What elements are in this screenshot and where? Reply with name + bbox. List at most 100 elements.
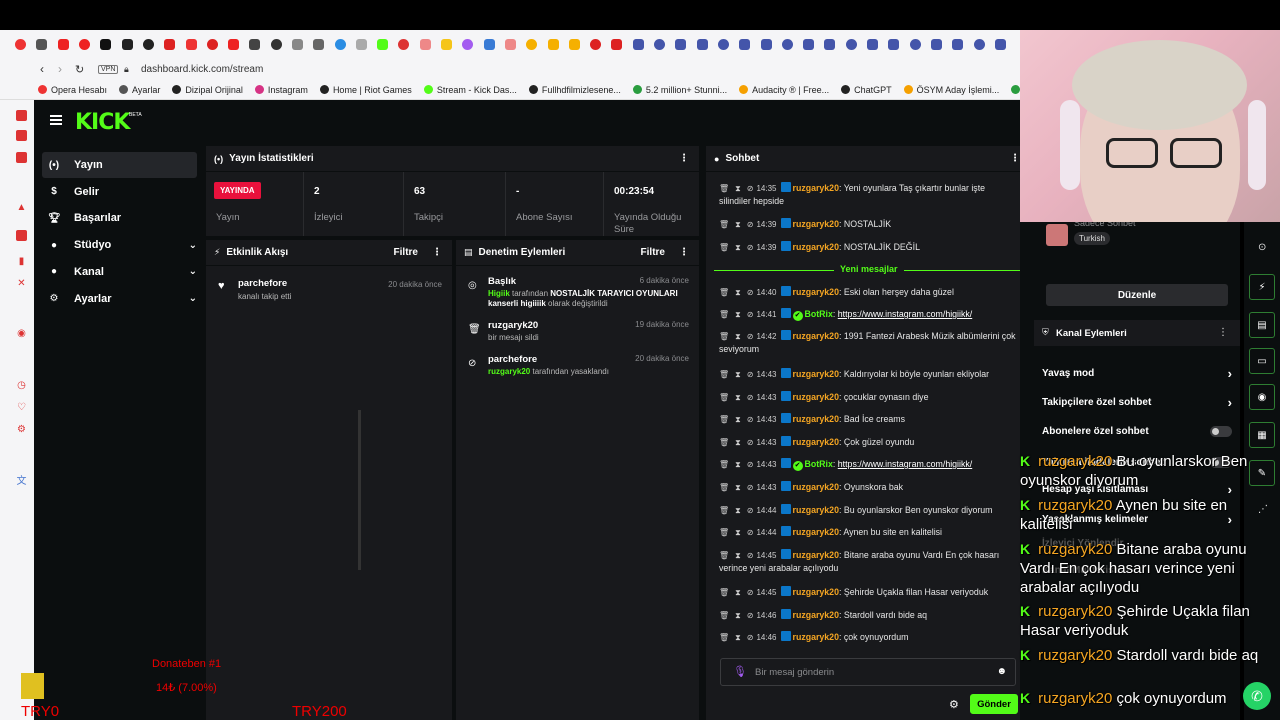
ban-icon[interactable]: ⊘ [747,415,754,424]
nav-item-1[interactable]: $ Gelir [42,179,197,205]
timeout-icon[interactable]: ⧗ [735,184,741,193]
delete-icon[interactable]: 🗑︎ [719,483,729,492]
moderator-name[interactable]: Higiik [488,289,510,298]
delete-icon[interactable]: 🗑︎ [719,551,729,560]
browser-tab[interactable] [734,30,755,58]
ban-icon[interactable]: ⊘ [747,460,754,469]
browser-tab[interactable] [990,30,1011,58]
timeout-icon[interactable]: ⧗ [735,528,741,537]
chat-username[interactable]: ruzgaryk20 [793,287,839,297]
nav-item-4[interactable]: ● Kanal ⌄ [42,259,197,285]
browser-tab[interactable] [244,30,265,58]
chat-message[interactable]: 🗑︎ ⧗ ⊘ 14:42 ruzgaryk20: 1991 Fantezi Arabes… [719,330,1019,356]
browser-tab[interactable] [755,30,776,58]
timeout-icon[interactable]: ⧗ [735,220,741,229]
bookmark-item[interactable]: Opera Hesabı [38,85,107,95]
browser-tab-bar[interactable] [0,30,1020,58]
browser-tab[interactable] [457,30,478,58]
nav-item-3[interactable]: ● Stüdyo ⌄ [42,232,197,258]
browser-tab[interactable] [585,30,606,58]
delete-icon[interactable]: 🗑︎ [719,220,729,229]
bookmark-item[interactable]: Audacity ® | Free... [739,85,829,95]
browser-tab[interactable] [116,30,137,58]
nav-item-5[interactable]: ⚙ Ayarlar ⌄ [42,286,197,312]
mic-icon[interactable]: 🎙︎ [733,665,747,678]
chat-message[interactable]: 🗑︎ ⧗ ⊘ 14:43 ruzgaryk20: Bad İce creams [719,413,1019,426]
browser-tab[interactable] [372,30,393,58]
settings-icon[interactable]: ⚙ [16,424,27,435]
moderation-item[interactable]: ⊘ parchefore ruzgaryk20 tarafından yasakla… [456,354,699,377]
bookmark-item[interactable]: 5.2 million+ Stunni... [632,85,727,95]
delete-icon[interactable]: 🗑︎ [719,415,729,424]
chat-message[interactable]: 🗑︎ ⧗ ⊘ 14:43 ruzgaryk20: çocuklar oynasın di… [719,391,1019,404]
chat-link[interactable]: https://www.instagram.com/higiikk/ [838,459,972,469]
delete-icon[interactable]: 🗑︎ [719,243,729,252]
browser-tab[interactable] [947,30,968,58]
chat-username[interactable]: ruzgaryk20 [793,219,839,229]
timeout-icon[interactable]: ⧗ [735,332,741,341]
bolt-tool-button[interactable]: ⚡︎ [1249,274,1275,300]
sidebar-app-icon[interactable] [16,130,27,141]
chat-message[interactable]: 🗑︎ ⧗ ⊘ 14:41 ✔ BotRix: https://www.instagram.… [719,308,1019,321]
browser-tab[interactable] [53,30,74,58]
chat-settings-icon[interactable]: ⚙ [949,698,959,711]
browser-tab[interactable] [841,30,862,58]
chat-username[interactable]: ruzgaryk20 [793,242,839,252]
ban-icon[interactable]: ⊘ [747,370,754,379]
more-icon[interactable]: ⋮ [1010,153,1020,164]
chat-message[interactable]: 🗑︎ ⧗ ⊘ 14:43 ruzgaryk20: Çok güzel oyundu [719,436,1019,449]
timeout-icon[interactable]: ⧗ [735,611,741,620]
delete-icon[interactable]: 🗑︎ [719,370,729,379]
chat-message[interactable]: 🗑︎ ⧗ ⊘ 14:46 ruzgaryk20: Stardoll vardı bide… [719,609,1019,622]
ban-icon[interactable]: ⊘ [747,310,754,319]
nav-item-2[interactable]: 🏆︎ Başarılar [42,205,197,231]
browser-tab[interactable] [692,30,713,58]
browser-tab[interactable] [202,30,223,58]
ban-icon[interactable]: ⊘ [747,483,754,492]
x-icon[interactable]: ✕ [16,278,27,289]
browser-tab[interactable] [819,30,840,58]
url-text[interactable]: dashboard.kick.com/stream [141,64,263,75]
channel-action-item[interactable]: Abonelere özel sohbet [1042,426,1232,437]
browser-tab[interactable] [479,30,500,58]
browser-tab[interactable] [10,30,31,58]
chat-username[interactable]: ruzgaryk20 [793,527,839,537]
moderation-filter-button[interactable]: Filtre [641,247,665,258]
kick-logo[interactable]: KICK [75,110,130,135]
browser-tab[interactable] [95,30,116,58]
channel-action-item[interactable]: Yavaş mod › [1042,366,1232,381]
activity-item[interactable]: ♥ parchefore kanalı takip etti 20 dakika ön… [206,266,452,306]
browser-tab[interactable] [798,30,819,58]
more-icon[interactable]: ⋮ [679,153,689,164]
timeout-icon[interactable]: ⧗ [735,633,741,642]
bookmark-item[interactable]: Ayarlar [119,85,160,95]
delete-icon[interactable]: 🗑︎ [719,393,729,402]
browser-tab[interactable] [649,30,670,58]
timeout-icon[interactable]: ⧗ [735,415,741,424]
timeout-icon[interactable]: ⧗ [735,438,741,447]
layout-tool-button[interactable]: ▦ [1249,422,1275,448]
chat-username[interactable]: ruzgaryk20 [793,632,839,642]
bookmark-item[interactable]: ÖSYM Aday İşlemi... [903,85,999,95]
chat-username[interactable]: ruzgaryk20 [793,550,839,560]
delete-icon[interactable]: 🗑︎ [719,588,729,597]
ban-icon[interactable]: ⊘ [747,588,754,597]
menu-icon[interactable] [50,115,62,125]
timeout-icon[interactable]: ⧗ [735,288,741,297]
heart-icon[interactable]: ♡ [16,402,27,413]
chevron-down-icon[interactable]: ⌄ [189,266,197,277]
browser-tab[interactable] [329,30,350,58]
channel-avatar[interactable] [1046,224,1068,246]
chat-message[interactable]: 🗑︎ ⧗ ⊘ 14:39 ruzgaryk20: NOSTALJİK DEĞİL [719,241,1019,254]
ban-icon[interactable]: ⊘ [747,288,754,297]
more-icon[interactable]: ⋮ [679,247,689,258]
browser-tab[interactable] [564,30,585,58]
translate-icon[interactable]: 文 [16,476,27,487]
browser-tab[interactable] [926,30,947,58]
sidebar-app-icon[interactable] [16,152,27,163]
sidebar-app-icon[interactable]: ▲ [16,202,27,213]
delete-icon[interactable]: 🗑︎ [719,288,729,297]
chat-username[interactable]: ruzgaryk20 [793,392,839,402]
ban-icon[interactable]: ⊘ [747,220,754,229]
browser-tab[interactable] [777,30,798,58]
